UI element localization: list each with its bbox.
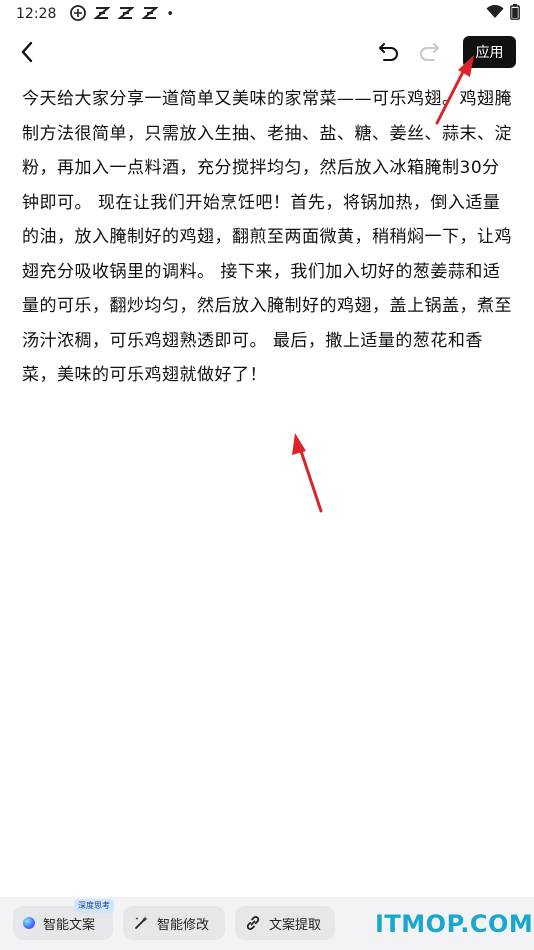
- chevron-left-icon: [21, 41, 33, 63]
- smart-copy-label: 智能文案: [43, 917, 96, 933]
- capcut-icon: [70, 4, 87, 24]
- redo-button[interactable]: [416, 39, 442, 65]
- status-left-icons: •: [70, 4, 175, 24]
- notification-icon: [117, 6, 136, 23]
- back-button[interactable]: [14, 38, 42, 66]
- arrow-to-text-icon: [292, 433, 323, 513]
- status-time: 12:28: [16, 6, 57, 22]
- redo-icon: [420, 43, 439, 61]
- notification-icon: [93, 6, 112, 23]
- notification-icon: [141, 6, 160, 23]
- undo-icon: [379, 43, 398, 61]
- editor-toolbar: 应用: [0, 34, 534, 70]
- copy-text-editor[interactable]: 今天给大家分享一道简单又美味的家常菜——可乐鸡翅。鸡翅腌制方法很简单，只需放入生…: [22, 82, 514, 393]
- link-icon: [246, 916, 260, 930]
- status-bar: 12:28 •: [0, 0, 534, 28]
- deep-think-badge: 深度思考: [74, 899, 114, 913]
- ai-orb-icon: [23, 917, 35, 929]
- smart-edit-label: 智能修改: [157, 917, 210, 933]
- extract-copy-button[interactable]: 文案提取: [235, 906, 335, 940]
- screen: 12:28 • 应用 今天给大家分享一道简单又美味的家常菜——可乐鸡翅。鸡翅腌制…: [0, 0, 534, 950]
- apply-button[interactable]: 应用: [463, 36, 516, 68]
- magic-wand-icon: [135, 916, 148, 929]
- watermark-logo: ITMOP.COM: [375, 910, 534, 938]
- extract-copy-label: 文案提取: [269, 917, 322, 933]
- undo-button[interactable]: [376, 39, 402, 65]
- battery-icon: [510, 4, 520, 24]
- status-right-icons: [486, 4, 520, 24]
- status-dot: •: [166, 6, 175, 22]
- smart-edit-button[interactable]: 智能修改: [123, 906, 225, 940]
- wifi-icon: [486, 4, 504, 23]
